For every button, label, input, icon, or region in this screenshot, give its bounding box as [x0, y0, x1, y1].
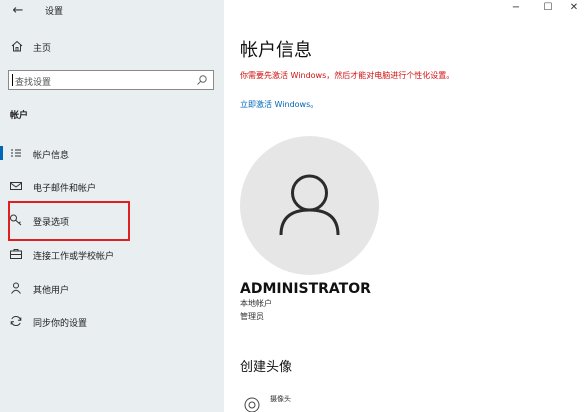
- camera-option[interactable]: 摄像头: [240, 392, 390, 412]
- account-role: 管理员: [240, 312, 264, 321]
- user-avatar-icon: [279, 174, 340, 236]
- camera-icon: [244, 397, 260, 412]
- sidebar-item-label: 帐户信息: [33, 151, 70, 161]
- home-icon: [11, 40, 23, 52]
- briefcase-icon: [10, 249, 22, 259]
- search-placeholder: 查找设置: [15, 78, 52, 88]
- settings-window: ← 设置 主页 查找设置 帐户 帐户信息 电子邮件和帐户 登录选项 连接工作或学…: [0, 0, 585, 412]
- activation-warning: 你需要先激活 Windows，然后才能对电脑进行个性化设置。: [240, 71, 455, 80]
- active-indicator: [0, 146, 3, 160]
- sidebar-item-work-school[interactable]: 连接工作或学校帐户: [0, 239, 224, 269]
- search-input[interactable]: 查找设置: [8, 70, 214, 90]
- search-icon[interactable]: [196, 74, 208, 86]
- sidebar-item-other-users[interactable]: 其他用户: [0, 273, 224, 303]
- camera-label: 摄像头: [270, 395, 291, 403]
- highlight-box: [8, 201, 130, 241]
- avatar: [240, 136, 379, 275]
- activate-windows-link[interactable]: 立即激活 Windows。: [240, 99, 318, 110]
- sidebar-item-label: 同步你的设置: [33, 319, 88, 329]
- mail-icon: [10, 182, 22, 190]
- create-avatar-title: 创建头像: [240, 360, 293, 375]
- nav-home[interactable]: 主页: [0, 34, 224, 60]
- back-button[interactable]: ←: [8, 2, 28, 20]
- sync-icon: [10, 316, 22, 326]
- title-bar: ← 设置: [0, 0, 224, 30]
- sidebar-item-label: 电子邮件和帐户: [33, 184, 97, 194]
- sidebar-item-label: 连接工作或学校帐户: [33, 252, 115, 262]
- page-title: 帐户信息: [240, 40, 312, 61]
- user-name: ADMINISTRATOR: [240, 281, 371, 297]
- person-icon: [11, 282, 21, 294]
- account-info-icon: [11, 149, 21, 157]
- text-caret: [12, 74, 13, 86]
- sidebar: ← 设置 主页 查找设置 帐户 帐户信息 电子邮件和帐户 登录选项 连接工作或学…: [0, 0, 224, 412]
- app-title: 设置: [45, 7, 64, 17]
- nav-home-label: 主页: [33, 44, 52, 54]
- main-content: 帐户信息 你需要先激活 Windows，然后才能对电脑进行个性化设置。 立即激活…: [224, 0, 585, 412]
- sidebar-item-email-accounts[interactable]: 电子邮件和帐户: [0, 171, 224, 201]
- sidebar-item-sync-settings[interactable]: 同步你的设置: [0, 306, 224, 336]
- section-title: 帐户: [10, 111, 29, 121]
- account-type: 本地帐户: [240, 299, 272, 308]
- sidebar-item-account-info[interactable]: 帐户信息: [0, 138, 224, 168]
- sidebar-item-label: 其他用户: [33, 286, 70, 296]
